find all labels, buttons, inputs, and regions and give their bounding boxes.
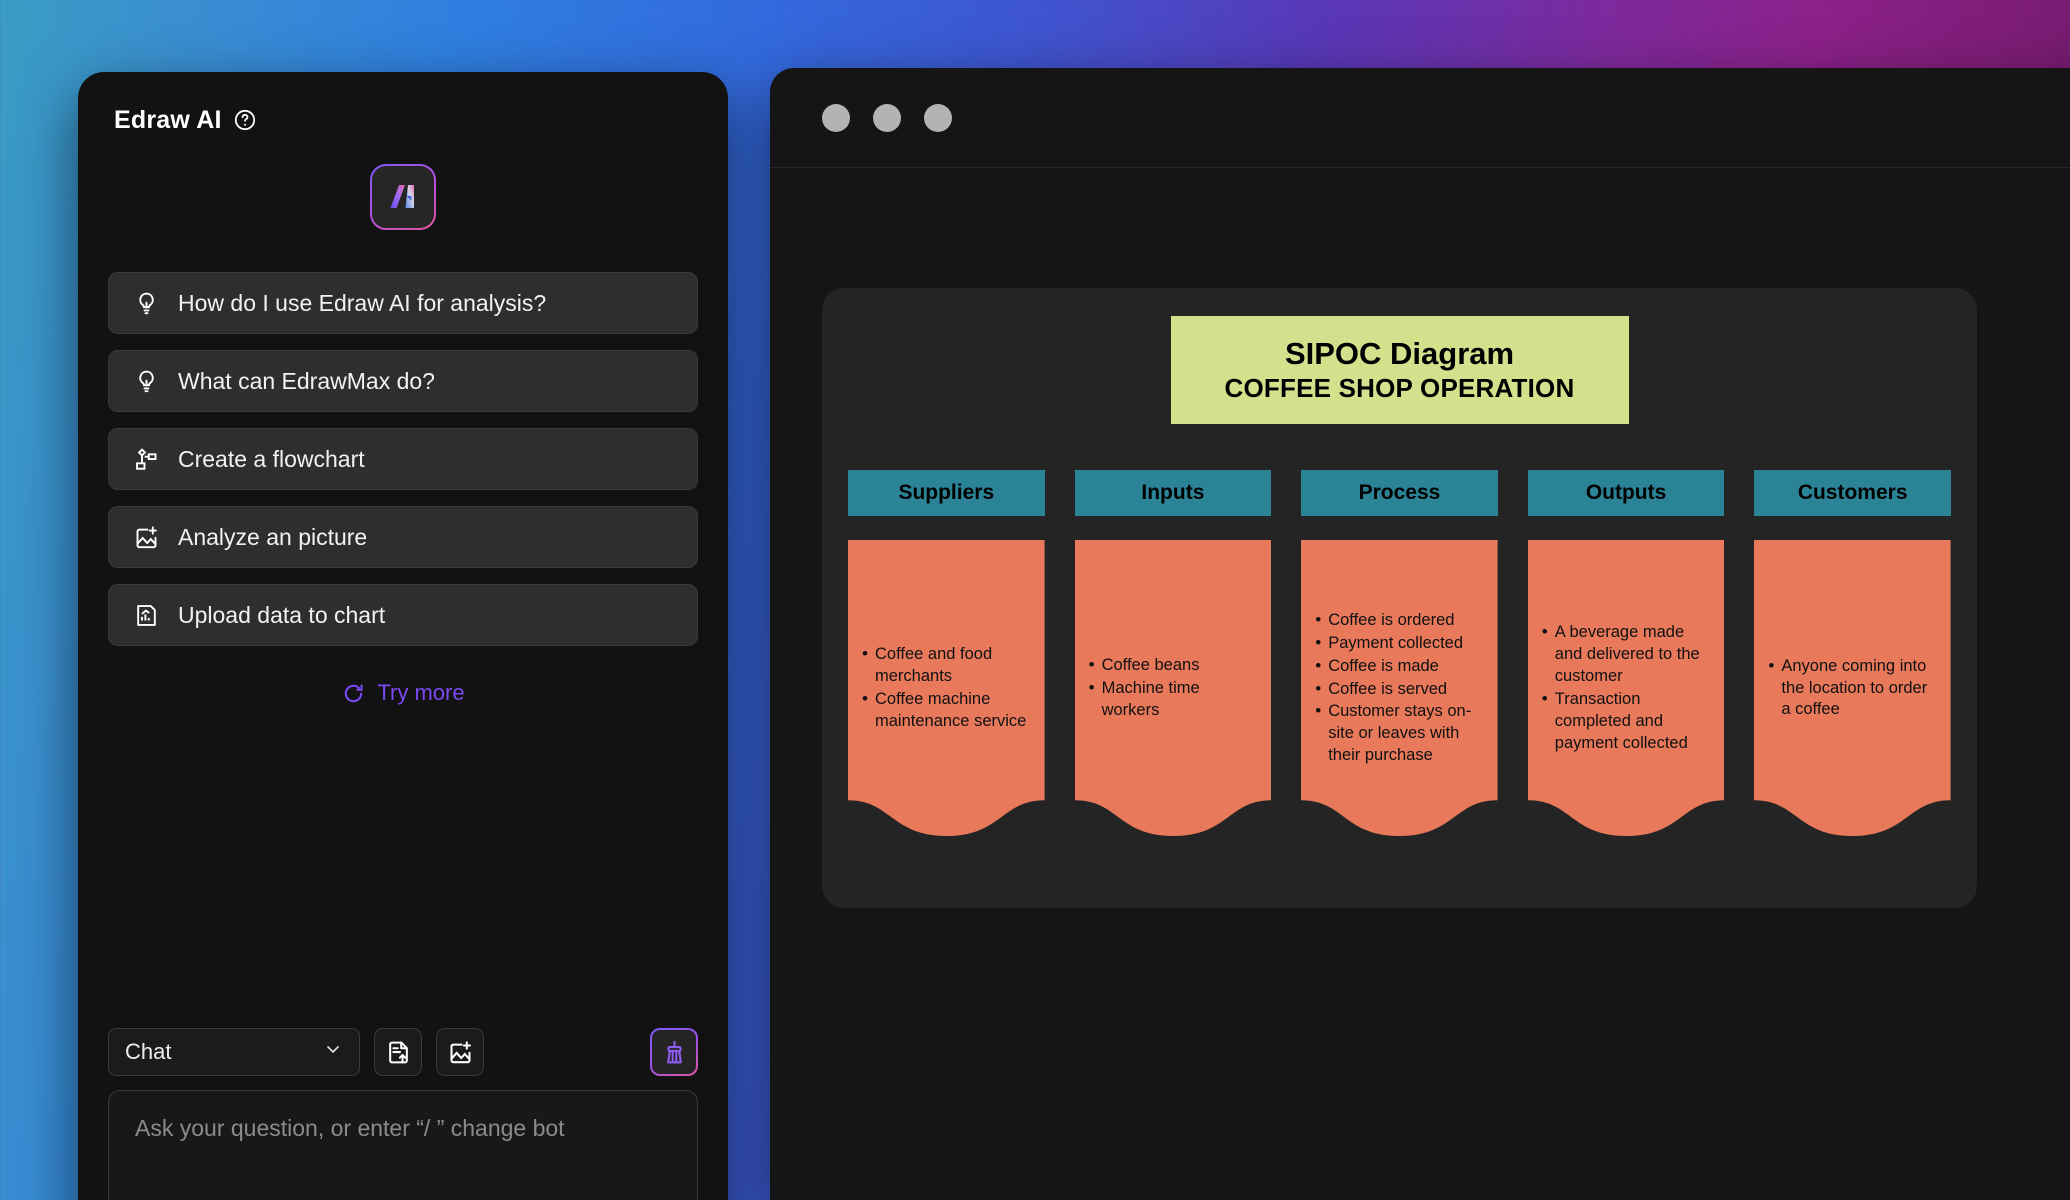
column-body: Coffee and food merchants Coffee machine… <box>848 540 1045 838</box>
suggestion-item-analysis[interactable]: How do I use Edraw AI for analysis? <box>108 272 698 334</box>
column-header: Inputs <box>1074 470 1272 516</box>
window-dot-minimize[interactable] <box>873 103 901 132</box>
broom-icon <box>661 1039 688 1066</box>
list-item: A beverage made and delivered to the cus… <box>1542 621 1711 688</box>
chat-input-placeholder: Ask your question, or enter “/ ” change … <box>135 1115 565 1141</box>
column-header-label: Outputs <box>1585 481 1667 504</box>
suggestion-label: What can EdrawMax do? <box>178 367 435 394</box>
list-item: Payment collected <box>1315 632 1484 655</box>
upload-document-button[interactable] <box>374 1028 422 1076</box>
column-header: Outputs <box>1527 470 1725 516</box>
list-item: Coffee and food merchants <box>862 643 1031 688</box>
page-title: Edraw AI <box>114 105 222 134</box>
document-upload-icon <box>385 1039 412 1066</box>
column-body: Anyone coming into the location to order… <box>1754 540 1951 838</box>
ai-panel-header: Edraw AI <box>78 72 728 142</box>
chat-input-box[interactable]: Ask your question, or enter “/ ” change … <box>108 1090 698 1200</box>
column-header-label: Suppliers <box>898 481 995 504</box>
clear-chat-button[interactable] <box>650 1028 698 1076</box>
column-header: Customers <box>1754 470 1951 516</box>
sipoc-column-outputs[interactable]: Outputs A beverage made and delivered to… <box>1527 470 1725 838</box>
sipoc-column-customers[interactable]: Customers Anyone coming into the locatio… <box>1754 470 1951 838</box>
suggestion-item-upload-data[interactable]: Upload data to chart <box>108 584 698 646</box>
suggestion-label: Create a flowchart <box>178 445 365 472</box>
chevron-down-icon <box>323 1039 343 1065</box>
list-item: Coffee machine maintenance service <box>862 688 1031 733</box>
question-circle-icon[interactable] <box>233 108 257 132</box>
upload-image-button[interactable] <box>436 1028 484 1076</box>
column-body: Coffee beans Machine time workers <box>1074 540 1272 838</box>
list-item: Coffee is ordered <box>1315 609 1484 632</box>
column-header: Suppliers <box>848 470 1045 516</box>
list-item: Transaction completed and payment collec… <box>1542 688 1711 755</box>
lightbulb-icon <box>133 368 160 395</box>
suggestion-item-edrawmax[interactable]: What can EdrawMax do? <box>108 350 698 412</box>
try-more-button[interactable]: Try more <box>78 680 728 706</box>
edraw-ai-logo <box>370 164 436 230</box>
flowchart-icon <box>133 446 160 473</box>
list-item: Coffee is served <box>1315 678 1484 701</box>
diagram-window: SIPOC Diagram COFFEE SHOP OPERATION Supp… <box>770 68 2070 1200</box>
list-item: Coffee beans <box>1089 654 1258 677</box>
suggestion-label: How do I use Edraw AI for analysis? <box>178 289 547 316</box>
chart-document-icon <box>133 602 160 629</box>
suggestion-label: Analyze an picture <box>178 523 368 550</box>
list-item: Anyone coming into the location to order… <box>1768 655 1937 722</box>
column-item-list: Coffee and food merchants Coffee machine… <box>848 643 1045 734</box>
sipoc-title-line1: SIPOC Diagram <box>1284 336 1515 372</box>
sipoc-column-process[interactable]: Process Coffee is ordered Payment collec… <box>1301 470 1498 838</box>
column-item-list: Coffee is ordered Payment collected Coff… <box>1301 609 1498 769</box>
refresh-icon <box>341 681 366 706</box>
sipoc-columns: Suppliers Coffee and food merchants Coff… <box>848 470 1951 838</box>
list-item: Machine time workers <box>1089 677 1258 722</box>
sipoc-title-line2: COFFEE SHOP OPERATION <box>1224 372 1575 403</box>
suggestion-item-flowchart[interactable]: Create a flowchart <box>108 428 698 490</box>
sipoc-column-inputs[interactable]: Inputs Coffee beans Machine time workers <box>1074 470 1272 838</box>
suggestion-item-analyze-picture[interactable]: Analyze an picture <box>108 506 698 568</box>
window-dot-maximize[interactable] <box>924 103 952 132</box>
column-body: A beverage made and delivered to the cus… <box>1527 540 1725 838</box>
sipoc-title-block: SIPOC Diagram COFFEE SHOP OPERATION <box>1170 316 1629 424</box>
image-add-icon <box>133 524 160 551</box>
suggestion-list: How do I use Edraw AI for analysis? What… <box>108 272 698 646</box>
suggestion-label: Upload data to chart <box>178 601 386 628</box>
column-item-list: A beverage made and delivered to the cus… <box>1528 621 1725 756</box>
composer-toolbar: Chat <box>108 1028 698 1090</box>
chat-mode-value: Chat <box>125 1039 172 1064</box>
column-header-label: Customers <box>1797 481 1908 504</box>
diagram-canvas: SIPOC Diagram COFFEE SHOP OPERATION Supp… <box>822 288 1977 908</box>
edraw-ai-panel: Edraw AI How do I use Edraw AI for analy… <box>78 72 728 1200</box>
list-item: Customer stays on-site or leaves with th… <box>1315 700 1484 767</box>
column-item-list: Coffee beans Machine time workers <box>1075 654 1272 723</box>
lightbulb-icon <box>133 290 160 317</box>
sipoc-column-suppliers[interactable]: Suppliers Coffee and food merchants Coff… <box>848 470 1045 838</box>
list-item: Coffee is made <box>1315 655 1484 678</box>
chat-mode-select[interactable]: Chat <box>108 1028 360 1076</box>
column-header: Process <box>1301 470 1498 516</box>
image-add-icon <box>447 1039 474 1066</box>
window-titlebar <box>770 68 2070 168</box>
chat-composer: Chat Ask your question, or enter “/ ” ch… <box>78 1028 728 1200</box>
try-more-label: Try more <box>377 680 465 705</box>
window-dot-close[interactable] <box>822 103 850 132</box>
column-header-label: Process <box>1358 481 1441 504</box>
column-item-list: Anyone coming into the location to order… <box>1754 655 1951 723</box>
column-body: Coffee is ordered Payment collected Coff… <box>1301 540 1498 838</box>
column-header-label: Inputs <box>1141 481 1205 504</box>
